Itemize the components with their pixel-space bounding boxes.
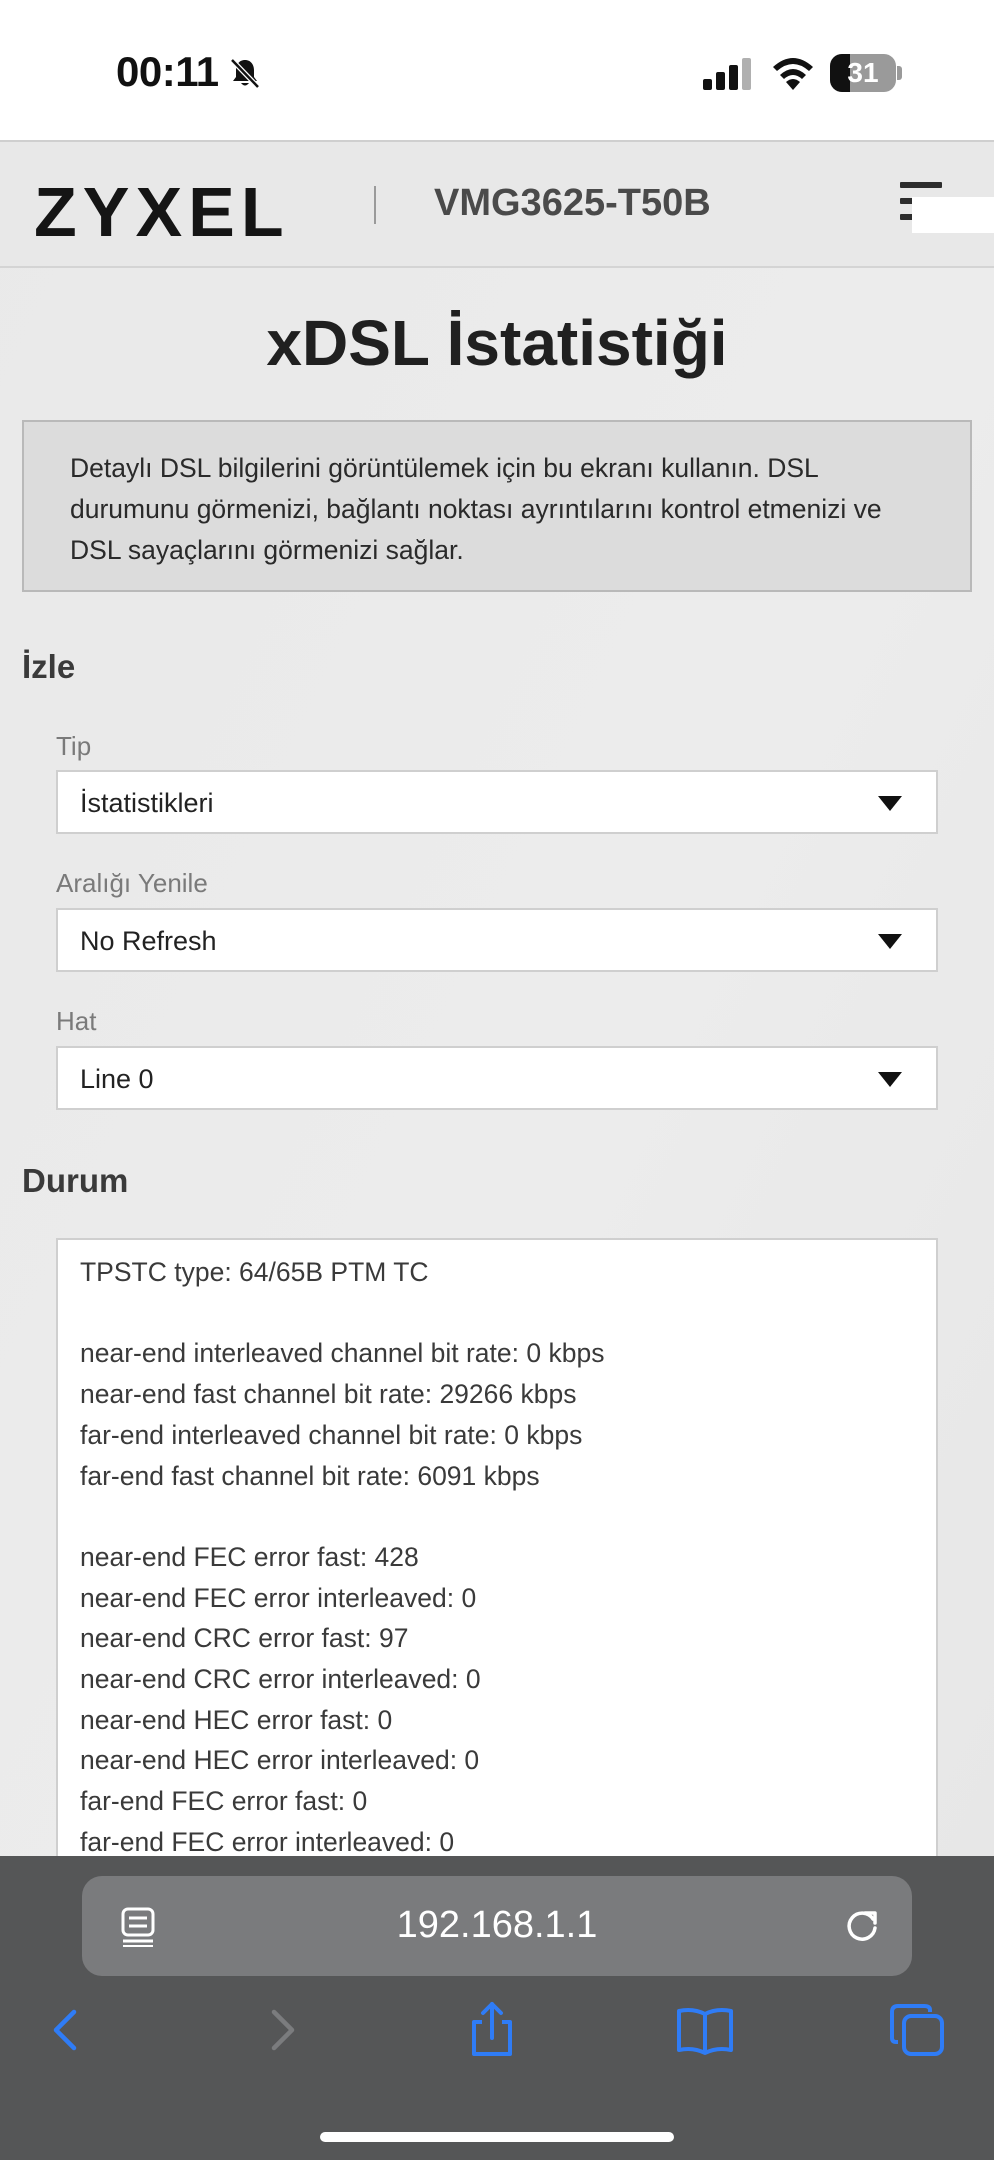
battery-body: 31	[830, 54, 896, 92]
status-line: near-end CRC error interleaved: 0	[80, 1664, 481, 1694]
info-box: Detaylı DSL bilgilerini görüntülemek içi…	[22, 420, 972, 592]
battery-cap	[897, 66, 902, 80]
url-text: 192.168.1.1	[396, 1904, 598, 1946]
status-line: far-end fast channel bit rate: 6091 kbps	[80, 1460, 540, 1491]
app-header: ZYXEL VMG3625-T50B	[0, 140, 994, 268]
status-line: far-end FEC error fast: 0	[80, 1786, 368, 1817]
tabs-icon[interactable]	[888, 2000, 948, 2060]
browser-toolbar: 192.168.1.1	[0, 1856, 994, 2160]
line-select-value: Line 0	[80, 1064, 154, 1094]
page-title: xDSL İstatistiği	[266, 307, 728, 379]
status-time: 00:11	[116, 48, 219, 95]
share-icon[interactable]	[462, 2000, 522, 2060]
refresh-interval-select[interactable]: No Refresh	[56, 908, 938, 972]
home-indicator	[320, 2132, 674, 2142]
info-description: Detaylı DSL bilgilerini görüntülemek içi…	[70, 453, 882, 565]
menu-overlay-stub	[912, 197, 994, 233]
status-line: near-end HEC error interleaved: 0	[80, 1745, 480, 1776]
section-title-status: Durum	[22, 1162, 129, 1199]
address-bar[interactable]: 192.168.1.1	[82, 1876, 912, 1976]
status-line	[80, 1496, 914, 1537]
status-line: near-end fast channel bit rate: 29266 kb…	[80, 1379, 577, 1410]
device-model: VMG3625-T50B	[434, 182, 711, 224]
caret-down-icon	[878, 796, 902, 811]
zyxel-logo[interactable]: ZYXEL	[34, 172, 290, 252]
status-line: near-end FEC error fast: 428	[80, 1541, 419, 1572]
type-select[interactable]: İstatistikleri	[56, 770, 938, 834]
status-line: near-end HEC error fast: 0	[80, 1704, 393, 1735]
caret-down-icon	[878, 1072, 902, 1087]
type-label: Tip	[56, 731, 92, 761]
status-line: near-end FEC error interleaved: 0	[80, 1582, 477, 1613]
bookmarks-icon[interactable]	[675, 2000, 735, 2060]
status-line	[80, 1293, 914, 1334]
reload-icon[interactable]	[840, 1904, 884, 1948]
page: 00:11 31 ZYXEL VMG3625-T50B xDSL İstatis…	[0, 0, 994, 2160]
status-line: far-end FEC error interleaved: 0	[80, 1826, 455, 1857]
status-line: TPSTC type: 64/65B PTM TC	[80, 1257, 429, 1287]
refresh-interval-label: Aralığı Yenile	[56, 868, 208, 898]
status-textarea[interactable]: TPSTC type: 64/65B PTM TC near-end interl…	[56, 1238, 938, 1858]
status-line: near-end interleaved channel bit rate: 0…	[80, 1338, 605, 1369]
status-line: near-end CRC error fast: 97	[80, 1623, 409, 1654]
type-select-value: İstatistikleri	[80, 788, 214, 818]
back-icon[interactable]	[36, 2000, 96, 2060]
cellular-signal-icon	[703, 58, 751, 90]
status-line: far-end interleaved channel bit rate: 0 …	[80, 1419, 583, 1450]
status-bar: 00:11 31	[0, 0, 994, 140]
wifi-icon	[773, 58, 813, 90]
header-divider	[374, 186, 376, 224]
bell-muted-icon	[230, 58, 260, 89]
refresh-interval-value: No Refresh	[80, 926, 217, 956]
line-select[interactable]: Line 0	[56, 1046, 938, 1110]
caret-down-icon	[878, 934, 902, 949]
section-title-monitor: İzle	[22, 648, 76, 685]
forward-icon[interactable]	[252, 2000, 312, 2060]
line-label: Hat	[56, 1006, 97, 1036]
battery-icon: 31	[830, 54, 902, 92]
battery-level: 31	[847, 57, 879, 88]
